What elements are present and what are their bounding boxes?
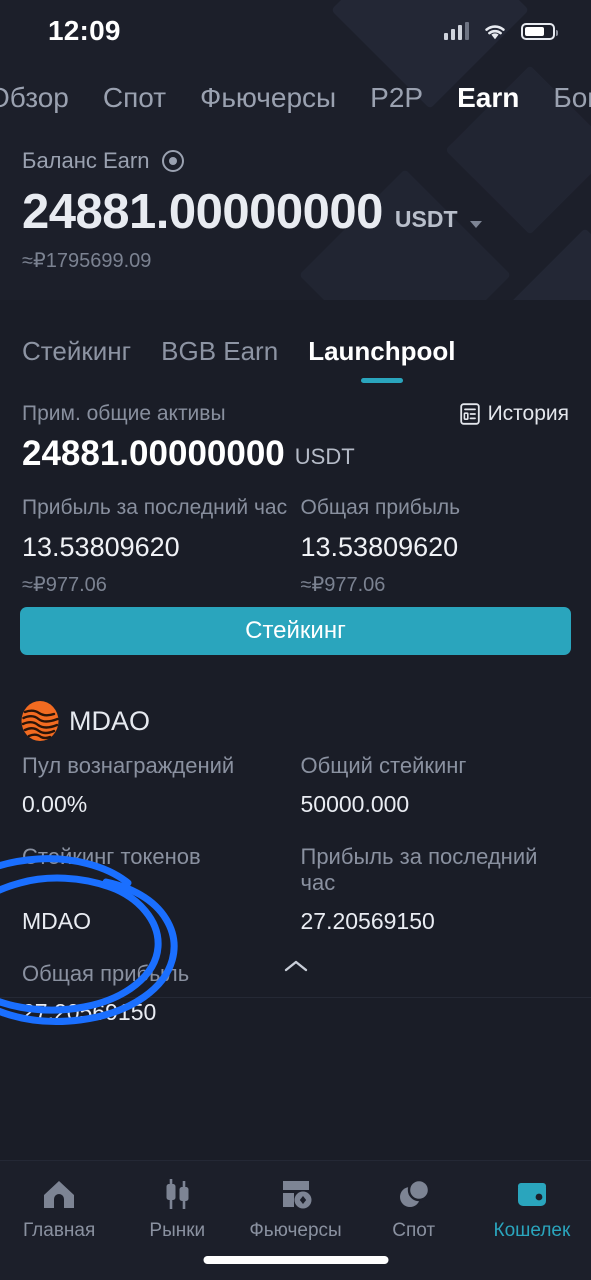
- mdao-token-icon: [21, 701, 59, 741]
- profit-total-value: 13.53809620: [300, 532, 459, 562]
- history-list-icon: [459, 403, 480, 425]
- pool-name: MDAO: [69, 705, 150, 736]
- assets-header-row: Прим. общие активы История: [22, 402, 569, 426]
- total-staking-label: Общий стейкинг: [300, 753, 467, 778]
- home-indicator-bar: [203, 1256, 388, 1264]
- history-label: История: [487, 402, 569, 425]
- balance-fiat-approx: ≈₽1795699.09: [22, 250, 152, 272]
- assets-label: Прим. общие активы: [22, 402, 226, 425]
- balance-amount: 24881.00000000: [22, 185, 383, 239]
- spot-trade-icon: [397, 1177, 431, 1211]
- nav-label-home: Главная: [22, 1220, 96, 1241]
- top-tab-overview[interactable]: Обзор: [0, 82, 69, 114]
- eye-visibility-icon[interactable]: [162, 150, 185, 172]
- staking-tokens-label: Стейкинг токенов: [22, 844, 201, 869]
- pool-hourly-profit-label: Прибыль за последний час: [300, 844, 538, 895]
- status-bar-icons: [444, 22, 558, 41]
- nav-label-markets: Рынки: [149, 1220, 206, 1241]
- staking-tokens-value: MDAO: [22, 908, 91, 934]
- balance-currency[interactable]: USDT: [395, 206, 458, 237]
- nav-label-futures: Фьючерсы: [249, 1220, 342, 1241]
- app-screen: 12:09 Обзор Спот Фьючерсы P2P Earn Бонус…: [0, 0, 591, 1280]
- profit-hourly-cell: Прибыль за последний час 13.53809620 ≈₽9…: [22, 496, 291, 597]
- nav-item-spot[interactable]: Спот: [355, 1177, 473, 1242]
- top-tab-p2p[interactable]: P2P: [370, 82, 423, 114]
- profit-hourly-label: Прибыль за последний час: [22, 496, 288, 519]
- section-divider: [0, 997, 591, 998]
- cellular-signal-icon: [444, 22, 469, 40]
- stake-button[interactable]: Стейкинг: [20, 607, 571, 655]
- battery-icon: [521, 22, 558, 40]
- nav-item-wallet[interactable]: Кошелек: [473, 1177, 591, 1242]
- home-icon: [42, 1177, 76, 1211]
- section-tab-launchpool[interactable]: Launchpool: [308, 336, 455, 383]
- profit-total-cell: Общая прибыль 13.53809620 ≈₽977.06: [301, 496, 570, 597]
- balance-label-row: Баланс Earn: [22, 148, 482, 174]
- wifi-icon: [485, 24, 505, 39]
- profit-summary-grid: Прибыль за последний час 13.53809620 ≈₽9…: [22, 496, 569, 597]
- nav-item-home[interactable]: Главная: [0, 1177, 118, 1242]
- futures-icon: [279, 1177, 313, 1211]
- top-tab-bonuses[interactable]: Бонусы: [553, 82, 591, 114]
- section-tab-bgb-earn[interactable]: BGB Earn: [161, 336, 278, 383]
- assets-amount-row: 24881.00000000 USDT: [22, 436, 355, 471]
- status-bar: 12:09: [0, 0, 591, 62]
- candlestick-markets-icon: [160, 1177, 194, 1211]
- nav-item-markets[interactable]: Рынки: [118, 1177, 236, 1242]
- top-tab-earn[interactable]: Earn: [457, 82, 519, 114]
- reward-pool-value: 0.00%: [22, 791, 88, 817]
- balance-label: Баланс Earn: [22, 148, 150, 173]
- chevron-down-icon[interactable]: [469, 221, 482, 228]
- pool-collapse-button[interactable]: [0, 958, 591, 973]
- balance-amount-row: 24881.00000000 USDT: [22, 188, 482, 237]
- chevron-up-icon: [284, 960, 307, 972]
- profit-hourly-fiat: ≈₽977.06: [22, 574, 107, 596]
- nav-label-wallet: Кошелек: [493, 1220, 571, 1241]
- earn-balance-block: Баланс Earn 24881.00000000 USDT ≈₽179569…: [22, 148, 482, 273]
- top-tab-bar[interactable]: Обзор Спот Фьючерсы P2P Earn Бонусы: [0, 74, 591, 122]
- assets-amount: 24881.00000000: [22, 434, 285, 473]
- section-tab-staking[interactable]: Стейкинг: [22, 336, 131, 383]
- pool-header[interactable]: MDAO: [20, 700, 150, 742]
- profit-total-label: Общая прибыль: [300, 496, 461, 519]
- wallet-icon: [516, 1177, 548, 1211]
- nav-label-spot: Спот: [392, 1220, 436, 1241]
- pool-total-profit-value: 27.20569150: [22, 999, 157, 1025]
- top-tab-spot[interactable]: Спот: [103, 82, 166, 114]
- status-bar-clock: 12:09: [48, 15, 121, 46]
- top-tab-futures[interactable]: Фьючерсы: [200, 82, 336, 114]
- history-button[interactable]: История: [459, 402, 569, 426]
- pool-detail-grid: Пул вознаграждений Общий стейкинг 0.00% …: [22, 753, 569, 1052]
- earn-section-tabs[interactable]: Стейкинг BGB Earn Launchpool: [22, 336, 456, 383]
- assets-currency: USDT: [294, 444, 355, 469]
- total-staking-value: 50000.000: [300, 791, 410, 817]
- profit-hourly-value: 13.53809620: [22, 532, 180, 562]
- profit-total-fiat: ≈₽977.06: [300, 574, 386, 596]
- nav-item-futures[interactable]: Фьючерсы: [236, 1177, 354, 1242]
- pool-hourly-profit-value: 27.20569150: [300, 908, 435, 934]
- reward-pool-label: Пул вознаграждений: [22, 753, 235, 778]
